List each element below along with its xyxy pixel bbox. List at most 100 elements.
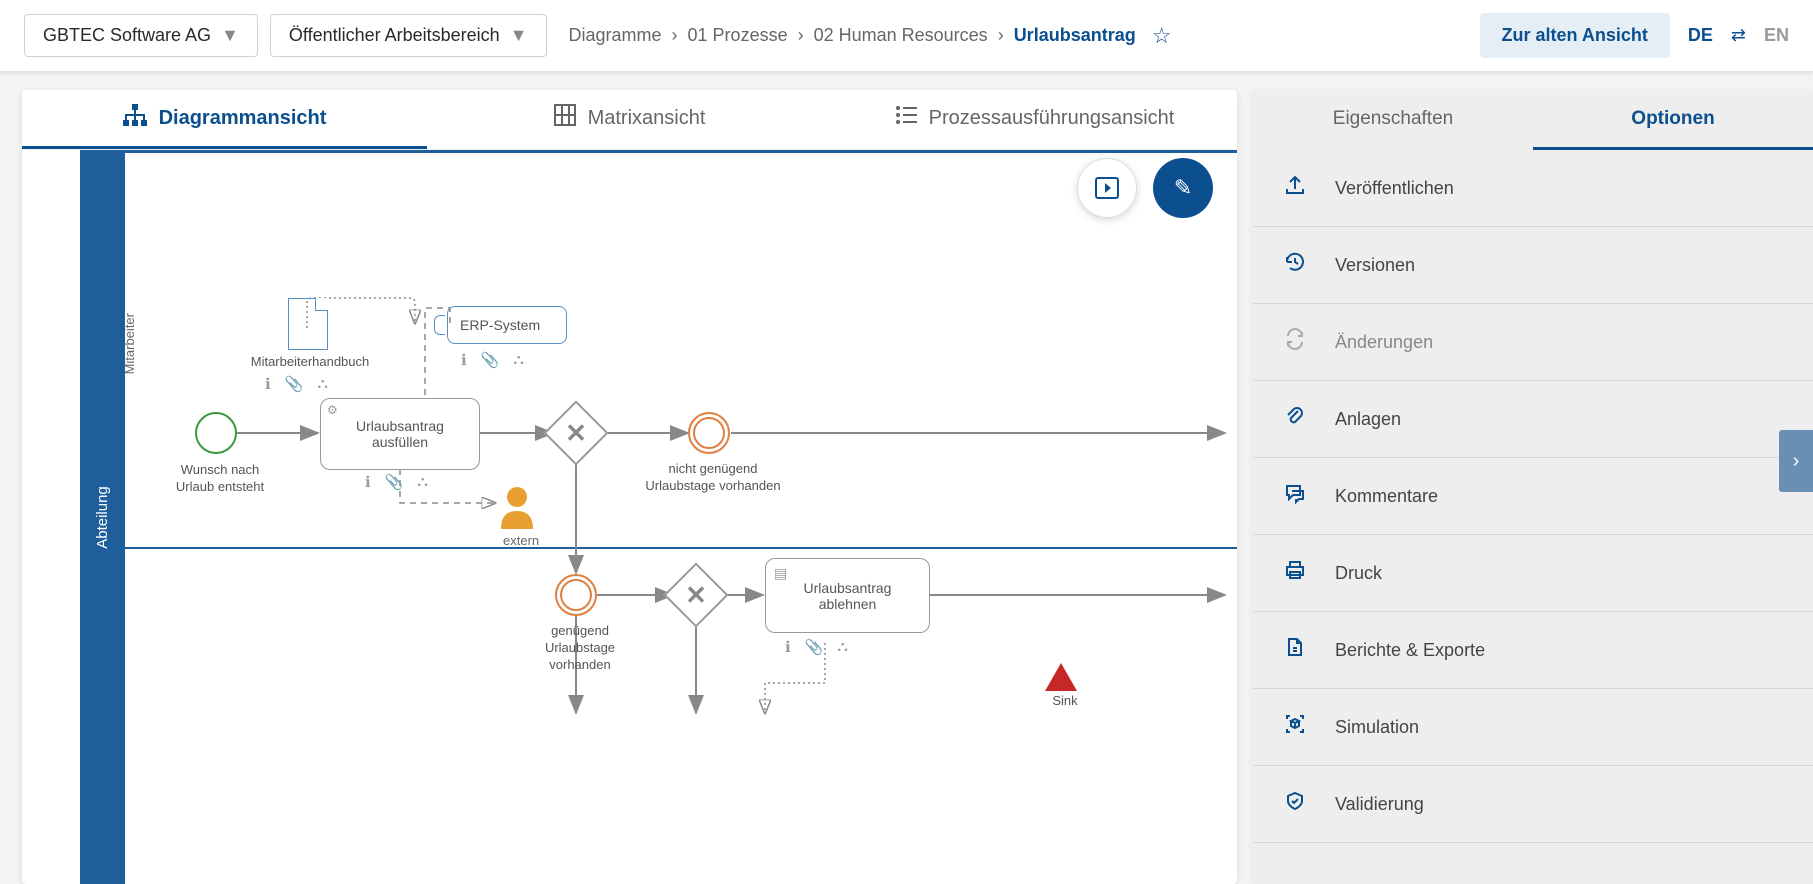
- chevron-down-icon: ▼: [510, 25, 528, 46]
- option-comments[interactable]: Kommentare: [1253, 458, 1813, 535]
- header-right: Zur alten Ansicht DE ⇄ EN: [1480, 13, 1789, 58]
- app-header: GBTEC Software AG ▼ Öffentlicher Arbeits…: [0, 0, 1813, 72]
- bpmn-intermediate-event[interactable]: [688, 412, 730, 454]
- attachment-icon[interactable]: 📎: [385, 473, 404, 491]
- option-reports[interactable]: Berichte & Exporte: [1253, 612, 1813, 689]
- option-publish[interactable]: Veröffentlichen: [1253, 150, 1813, 227]
- lang-de[interactable]: DE: [1688, 25, 1713, 46]
- option-label: Veröffentlichen: [1335, 178, 1454, 199]
- gear-icon: ⚙: [327, 403, 338, 417]
- info-icon[interactable]: ℹ: [265, 375, 271, 393]
- org-dropdown[interactable]: GBTEC Software AG ▼: [24, 14, 258, 57]
- options-list: Veröffentlichen Versionen Änderungen Anl…: [1253, 150, 1813, 884]
- attachment-icon[interactable]: 📎: [285, 375, 304, 393]
- bpmn-gateway-split[interactable]: ✕: [553, 410, 599, 456]
- tab-options[interactable]: Optionen: [1533, 90, 1813, 150]
- comment-icon: [1283, 482, 1307, 510]
- attachment-icon[interactable]: 📎: [805, 638, 824, 656]
- swap-language-icon[interactable]: ⇄: [1731, 25, 1746, 46]
- collapse-panel-button[interactable]: ›: [1779, 430, 1813, 492]
- refresh-icon: [1283, 328, 1307, 356]
- option-label: Berichte & Exporte: [1335, 640, 1485, 661]
- cube-scan-icon: [1283, 713, 1307, 741]
- event-label: genügend Urlaubstage vorhanden: [525, 623, 635, 674]
- breadcrumb-item-current[interactable]: Urlaubsantrag: [1014, 25, 1136, 46]
- grid-icon: [554, 104, 576, 132]
- bpmn-task-fill-request[interactable]: ⚙ Urlaubsantrag ausfüllen: [320, 398, 480, 470]
- favorite-star-icon[interactable]: ☆: [1152, 23, 1172, 49]
- shield-icon: [1283, 790, 1307, 818]
- tab-label: Matrixansicht: [588, 107, 706, 130]
- play-button[interactable]: [1077, 158, 1137, 218]
- start-event-label: Wunsch nach Urlaub entsteht: [165, 462, 275, 496]
- option-validation[interactable]: Validierung: [1253, 766, 1813, 843]
- edit-button[interactable]: ✎: [1153, 158, 1213, 218]
- bpmn-data-store-erp[interactable]: ERP-System: [447, 306, 567, 344]
- option-attachments[interactable]: Anlagen: [1253, 381, 1813, 458]
- bpmn-start-event[interactable]: [195, 412, 237, 454]
- tab-execution-view[interactable]: Prozessausführungsansicht: [832, 90, 1237, 149]
- lane-label-employee: Mitarbeiter: [122, 313, 137, 374]
- event-label: nicht genügend Urlaubstage vorhanden: [643, 461, 783, 495]
- warning-triangle-icon[interactable]: [1045, 663, 1077, 691]
- workspace-dropdown-label: Öffentlicher Arbeitsbereich: [289, 25, 500, 46]
- lane-separator: [125, 547, 1237, 549]
- tab-label: Prozessausführungsansicht: [929, 107, 1175, 130]
- option-label: Druck: [1335, 563, 1382, 584]
- tab-diagram-view[interactable]: Diagrammansicht: [22, 90, 427, 149]
- data-store-label: ERP-System: [460, 317, 540, 333]
- breadcrumb-item[interactable]: Diagramme: [569, 25, 662, 46]
- side-panel-tabs: Eigenschaften Optionen: [1253, 90, 1813, 150]
- object-mini-icons: ℹ 📎 ⛬: [365, 473, 428, 491]
- chevron-down-icon: ▼: [221, 25, 239, 46]
- data-object-label: Mitarbeiterhandbuch: [245, 354, 375, 371]
- bpmn-intermediate-event[interactable]: [555, 574, 597, 616]
- chevron-right-icon: ›: [998, 25, 1004, 46]
- view-tabs: Diagrammansicht Matrixansicht Prozessaus…: [22, 90, 1237, 150]
- bpmn-gateway-split[interactable]: ✕: [673, 572, 719, 618]
- pool-header[interactable]: Abteilung: [80, 150, 125, 884]
- option-label: Simulation: [1335, 717, 1419, 738]
- bpmn-data-object-handbook[interactable]: [288, 298, 328, 350]
- role-label: extern: [503, 533, 539, 548]
- option-label: Änderungen: [1335, 332, 1433, 353]
- tab-matrix-view[interactable]: Matrixansicht: [427, 90, 832, 149]
- task-label: Urlaubsantrag ausfüllen: [329, 418, 471, 450]
- canvas-panel: Diagrammansicht Matrixansicht Prozessaus…: [22, 90, 1237, 884]
- info-icon[interactable]: ℹ: [365, 473, 371, 491]
- org-icon[interactable]: ⛬: [417, 473, 428, 491]
- lang-en[interactable]: EN: [1764, 25, 1789, 46]
- workspace-dropdown[interactable]: Öffentlicher Arbeitsbereich ▼: [270, 14, 547, 57]
- breadcrumb-item[interactable]: 02 Human Resources: [814, 25, 988, 46]
- pool-body: Mitarbeiter: [125, 150, 1237, 884]
- attachment-icon[interactable]: 📎: [481, 351, 500, 369]
- org-icon[interactable]: ⛬: [317, 375, 328, 393]
- pool-label: Abteilung: [94, 486, 111, 549]
- document-icon: ▤: [774, 565, 787, 582]
- person-icon[interactable]: [497, 485, 537, 539]
- option-changes[interactable]: Änderungen: [1253, 304, 1813, 381]
- tab-properties[interactable]: Eigenschaften: [1253, 90, 1533, 150]
- old-view-button[interactable]: Zur alten Ansicht: [1480, 13, 1670, 58]
- tab-label: Diagrammansicht: [159, 107, 327, 130]
- info-icon[interactable]: ℹ: [461, 351, 467, 369]
- print-icon: [1283, 559, 1307, 587]
- object-mini-icons: ℹ 📎 ⛬: [265, 375, 328, 393]
- org-icon[interactable]: ⛬: [513, 351, 524, 369]
- diagram-canvas[interactable]: ✎ Abteilung Mitarbeiter: [22, 150, 1237, 884]
- org-dropdown-label: GBTEC Software AG: [43, 25, 211, 46]
- side-panel: Eigenschaften Optionen Veröffentlichen V…: [1253, 90, 1813, 884]
- option-label: Kommentare: [1335, 486, 1438, 507]
- option-label: Anlagen: [1335, 409, 1401, 430]
- org-icon[interactable]: ⛬: [837, 638, 848, 656]
- task-label: Urlaubsantrag ablehnen: [774, 580, 921, 612]
- history-icon: [1283, 251, 1307, 279]
- breadcrumb-item[interactable]: 01 Prozesse: [688, 25, 788, 46]
- info-icon[interactable]: ℹ: [785, 638, 791, 656]
- bpmn-task-reject-request[interactable]: ▤ Urlaubsantrag ablehnen: [765, 558, 930, 633]
- chevron-right-icon: ›: [672, 25, 678, 46]
- option-simulation[interactable]: Simulation: [1253, 689, 1813, 766]
- bpmn-diagram: Abteilung Mitarbeiter: [22, 150, 1237, 884]
- option-versions[interactable]: Versionen: [1253, 227, 1813, 304]
- option-print[interactable]: Druck: [1253, 535, 1813, 612]
